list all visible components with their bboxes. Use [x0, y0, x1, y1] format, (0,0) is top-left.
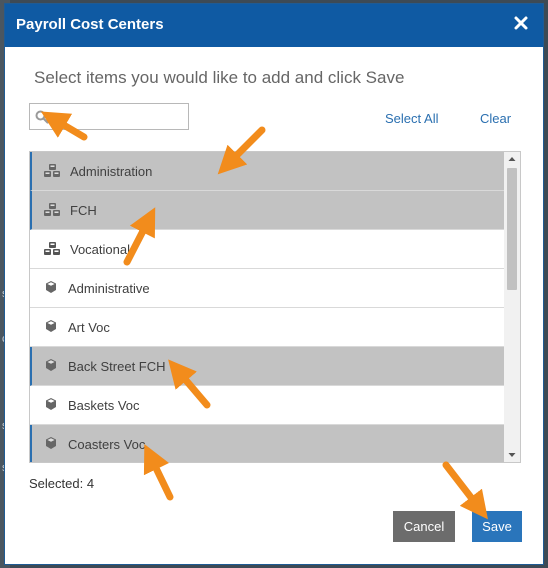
list-item-label: Baskets Voc: [68, 398, 140, 413]
list-item-label: FCH: [70, 203, 97, 218]
cube-icon: [46, 398, 56, 410]
select-all-link[interactable]: Select All: [385, 111, 438, 126]
group-cubes-icon: [44, 203, 60, 216]
list-item[interactable]: Art Voc: [30, 308, 504, 347]
dialog-instructions: Select items you would like to add and c…: [34, 68, 405, 87]
cancel-button[interactable]: Cancel: [393, 511, 455, 542]
list-scrollbar[interactable]: [504, 152, 520, 462]
group-cubes-icon: [44, 242, 60, 255]
cost-center-list: Administration FCH Vocational Administra…: [29, 151, 521, 463]
payroll-cost-centers-dialog: Payroll Cost Centers Select items you wo…: [4, 3, 544, 565]
list-item-label: Coasters Voc: [68, 437, 146, 452]
list-item-label: Back Street FCH: [68, 359, 166, 374]
close-icon[interactable]: [513, 15, 529, 31]
cube-icon: [46, 320, 56, 332]
cube-icon: [46, 437, 56, 449]
list-item-label: Art Voc: [68, 320, 110, 335]
list-item-label: Administration: [70, 164, 153, 179]
list-item[interactable]: Coasters Voc: [30, 425, 504, 462]
dialog-title: Payroll Cost Centers: [16, 16, 164, 33]
search-box[interactable]: [29, 103, 189, 130]
scrollbar-thumb[interactable]: [507, 168, 517, 290]
list-item-label: Administrative: [68, 281, 150, 296]
scroll-down-arrow-icon[interactable]: [504, 448, 520, 462]
dialog-header: Payroll Cost Centers: [5, 4, 543, 47]
clear-link[interactable]: Clear: [480, 111, 511, 126]
cube-icon: [46, 281, 56, 293]
list-item[interactable]: Baskets Voc: [30, 386, 504, 425]
list-item[interactable]: FCH: [30, 191, 504, 230]
list-item[interactable]: Administrative: [30, 269, 504, 308]
list-item[interactable]: Vocational: [30, 230, 504, 269]
save-button[interactable]: Save: [472, 511, 522, 542]
search-icon: [35, 110, 49, 124]
group-cubes-icon: [44, 164, 60, 177]
selected-count: Selected: 4: [29, 476, 95, 491]
search-input[interactable]: [52, 106, 188, 129]
list-item[interactable]: Back Street FCH: [30, 347, 504, 386]
list-item-label: Vocational: [70, 242, 130, 257]
cube-icon: [46, 359, 56, 371]
scroll-up-arrow-icon[interactable]: [504, 152, 520, 166]
list-item[interactable]: Administration: [30, 152, 504, 191]
